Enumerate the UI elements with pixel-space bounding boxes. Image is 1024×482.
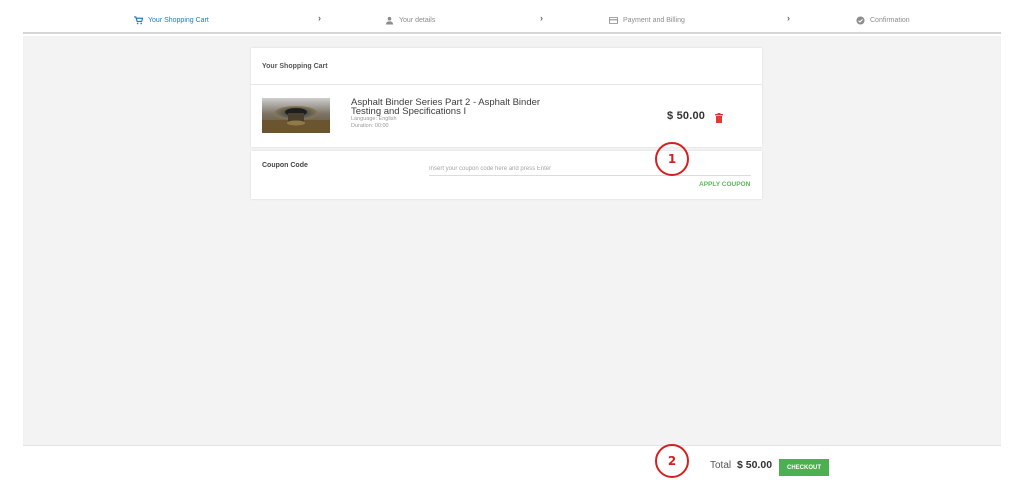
total-value: $ 50.00 [737, 459, 773, 471]
person-icon [385, 16, 394, 25]
check-circle-icon [856, 15, 865, 25]
product-price: $ 50.00 [667, 110, 706, 122]
step-label: Confirmation [870, 16, 910, 24]
step-your-details[interactable]: Your details [385, 14, 435, 26]
credit-card-icon [609, 16, 618, 25]
step-label: Payment and Billing [623, 16, 685, 24]
cart-title: Your Shopping Cart [262, 63, 328, 70]
checkout-button[interactable]: CHECKOUT [779, 459, 829, 476]
step-label: Your details [399, 16, 436, 24]
step-payment-billing[interactable]: Payment and Billing [609, 14, 685, 26]
annotation-marker-1: 1 [655, 142, 689, 176]
product-thumbnail [262, 98, 330, 133]
cart-icon [134, 15, 143, 25]
chevron-right-icon: › [787, 13, 790, 23]
total-label: Total [710, 460, 732, 471]
step-shopping-cart[interactable]: Your Shopping Cart [134, 14, 209, 26]
apply-coupon-button[interactable]: APPLY COUPON [699, 181, 750, 188]
annotation-marker-2: 2 [655, 444, 689, 478]
delete-icon[interactable] [715, 110, 723, 123]
checkout-stepper: Your Shopping Cart › Your details › Paym… [23, 0, 1001, 34]
product-language: Language: English [351, 116, 397, 122]
step-confirmation[interactable]: Confirmation [856, 14, 910, 26]
chevron-right-icon: › [318, 13, 321, 23]
product-duration: Duration: 00:00 [351, 123, 389, 129]
chevron-right-icon: › [540, 13, 543, 23]
step-label: Your Shopping Cart [148, 16, 209, 24]
product-title[interactable]: Asphalt Binder Series Part 2 - Asphalt B… [351, 98, 551, 117]
coupon-label: Coupon Code [262, 162, 308, 169]
divider [251, 84, 762, 85]
cart-card: Your Shopping Cart Asphalt Binder Series… [251, 48, 762, 147]
coupon-input[interactable] [429, 162, 751, 176]
